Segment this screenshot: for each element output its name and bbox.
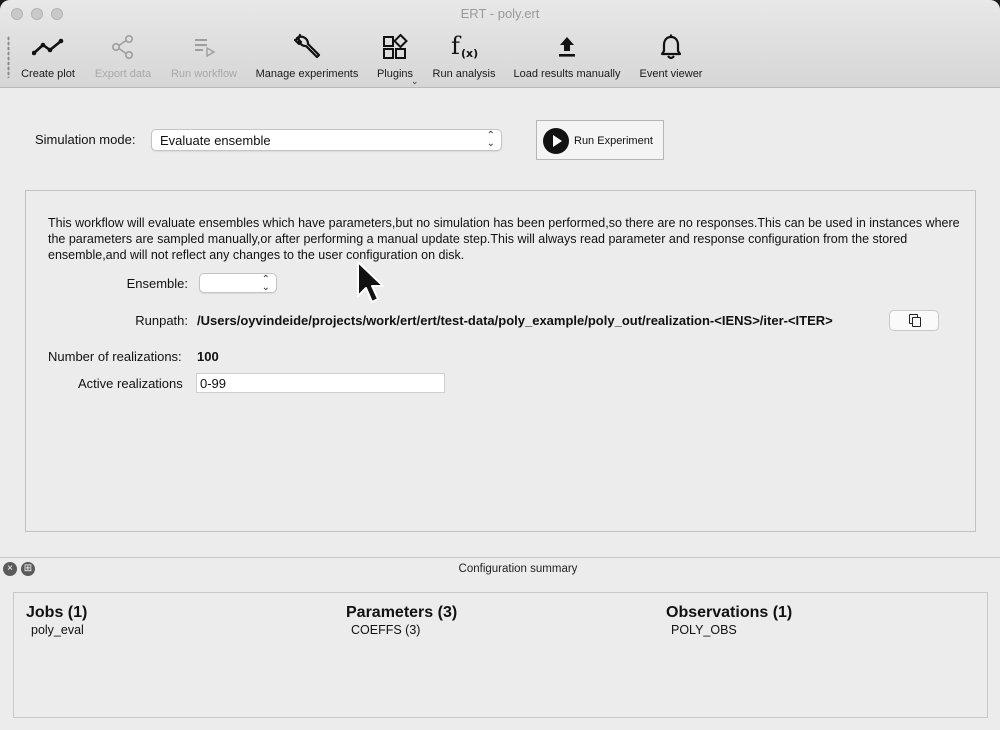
runpath-value: /Users/oyvindeide/projects/work/ert/ert/… xyxy=(197,313,833,328)
num-realizations-label: Number of realizations: xyxy=(48,349,182,364)
mouse-pointer-icon xyxy=(357,261,384,303)
simulation-mode-select[interactable]: Evaluate ensemble ⌃ ⌄ xyxy=(151,129,502,151)
num-realizations-value: 100 xyxy=(197,349,219,364)
export-data-button[interactable]: Export data xyxy=(94,32,152,84)
config-summary-dock-header: × ⊞ Configuration summary xyxy=(0,557,1000,581)
list-item: COEFFS (3) xyxy=(351,623,421,637)
function-icon: f (x) xyxy=(449,32,479,62)
widgets-icon xyxy=(381,32,409,62)
observations-section: Observations (1) POLY_OBS xyxy=(666,604,792,637)
load-results-button[interactable]: Load results manually xyxy=(514,32,621,84)
line-chart-icon xyxy=(32,32,64,62)
plugins-menu-button[interactable]: Plugins xyxy=(377,32,413,84)
bell-icon xyxy=(659,32,683,62)
config-summary-panel xyxy=(13,592,988,718)
run-workflow-button[interactable]: Run workflow xyxy=(169,32,239,84)
run-analysis-button[interactable]: f (x) Run analysis xyxy=(433,32,496,84)
jobs-heading: Jobs (1) xyxy=(26,604,88,621)
active-realizations-label: Active realizations xyxy=(78,376,183,391)
parameters-heading: Parameters (3) xyxy=(346,604,458,621)
config-summary-title: Configuration summary xyxy=(458,563,578,575)
title-bar: ERT - poly.ert Create plot Export data R… xyxy=(0,0,1000,88)
ensemble-select[interactable]: ⌃ ⌄ xyxy=(199,273,277,293)
simulation-mode-label: Simulation mode: xyxy=(35,132,136,147)
app-window: ERT - poly.ert Create plot Export data R… xyxy=(0,0,1000,730)
svg-text:(x): (x) xyxy=(461,47,478,60)
window-title: ERT - poly.ert xyxy=(460,6,540,21)
share-icon xyxy=(110,32,136,62)
create-plot-button[interactable]: Create plot xyxy=(20,32,76,84)
ensemble-label: Ensemble: xyxy=(126,276,188,291)
copy-runpath-button[interactable] xyxy=(889,310,939,331)
manage-experiments-button[interactable]: Manage experiments xyxy=(256,32,358,84)
parameters-section: Parameters (3) COEFFS (3) xyxy=(346,604,457,637)
updown-chevron-icon: ⌃ ⌄ xyxy=(486,130,495,149)
play-icon xyxy=(543,128,569,154)
active-realizations-input[interactable]: 0-99 xyxy=(196,373,445,393)
list-item: POLY_OBS xyxy=(671,623,737,637)
jobs-section: Jobs (1) poly_eval xyxy=(26,604,87,637)
run-experiment-button[interactable]: Run Experiment xyxy=(536,120,664,160)
wrench-icon xyxy=(292,32,322,62)
observations-heading: Observations (1) xyxy=(666,604,793,621)
runpath-label: Runpath: xyxy=(135,313,188,328)
updown-chevron-icon: ⌃ ⌄ xyxy=(261,274,270,293)
toolbar-grip[interactable] xyxy=(7,36,10,78)
workflow-description: This workflow will evaluate ensembles wh… xyxy=(48,216,960,262)
chevron-down-icon[interactable]: ⌄ xyxy=(411,76,419,87)
event-viewer-button[interactable]: Event viewer xyxy=(639,32,703,84)
playlist-icon xyxy=(192,32,216,62)
upload-icon xyxy=(555,32,579,62)
list-item: poly_eval xyxy=(31,623,84,637)
simulation-mode-value: Evaluate ensemble xyxy=(160,133,271,148)
